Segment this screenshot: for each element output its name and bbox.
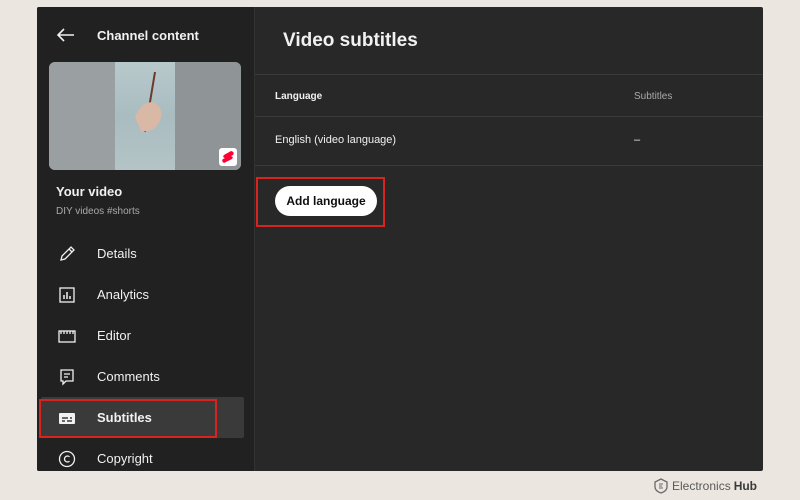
divider: [255, 116, 763, 117]
shorts-icon: [219, 148, 237, 166]
divider: [255, 165, 763, 166]
back-arrow-icon[interactable]: [57, 25, 77, 45]
page-title: Video subtitles: [283, 30, 418, 51]
hand-image-icon: [135, 71, 162, 133]
electronics-hub-logo-icon: [654, 478, 668, 494]
sidebar-item-details[interactable]: Details: [37, 233, 254, 274]
sidebar-item-copyright[interactable]: Copyright: [37, 438, 254, 471]
sidebar-item-editor[interactable]: Editor: [37, 315, 254, 356]
sidebar-item-comments[interactable]: Comments: [37, 356, 254, 397]
thumbnail-frame: [115, 62, 175, 170]
comments-icon: [56, 366, 78, 388]
sidebar-item-label: Copyright: [97, 451, 153, 466]
your-video-label: Your video: [56, 184, 123, 199]
watermark-brand: Electronics: [672, 479, 731, 493]
table-row-subtitles[interactable]: –: [634, 134, 640, 146]
sidebar-nav: Details Analytics Editor Comments Subtit…: [37, 233, 254, 471]
editor-icon: [56, 325, 78, 347]
sidebar-item-subtitles[interactable]: Subtitles: [41, 397, 244, 438]
sidebar-item-label: Details: [97, 246, 137, 261]
sidebar-item-analytics[interactable]: Analytics: [37, 274, 254, 315]
divider: [255, 74, 763, 75]
channel-content-title: Channel content: [97, 27, 199, 43]
sidebar-item-label: Subtitles: [97, 410, 152, 425]
thumbnail-left-blur: [49, 62, 115, 170]
video-title: DIY videos #shorts: [56, 206, 140, 217]
video-thumbnail[interactable]: [49, 62, 241, 170]
watermark: Electronics Hub: [654, 478, 757, 494]
add-language-button[interactable]: Add language: [275, 186, 377, 216]
subtitles-panel: Video subtitles Language Subtitles Engli…: [255, 7, 763, 471]
column-header-subtitles: Subtitles: [634, 91, 673, 102]
watermark-brand-bold: Hub: [733, 479, 758, 493]
subtitles-icon: [56, 407, 78, 429]
sidebar-item-label: Editor: [97, 328, 131, 343]
sidebar-header: Channel content: [57, 23, 199, 47]
sidebar: Channel content Your video DIY videos #s…: [37, 7, 255, 471]
pencil-icon: [56, 243, 78, 265]
studio-window: Channel content Your video DIY videos #s…: [37, 7, 763, 471]
copyright-icon: [56, 448, 78, 470]
sidebar-item-label: Comments: [97, 369, 160, 384]
sidebar-item-label: Analytics: [97, 287, 150, 302]
analytics-icon: [56, 284, 78, 306]
column-header-language: Language: [275, 91, 323, 102]
table-row-language: English (video language): [275, 134, 397, 146]
